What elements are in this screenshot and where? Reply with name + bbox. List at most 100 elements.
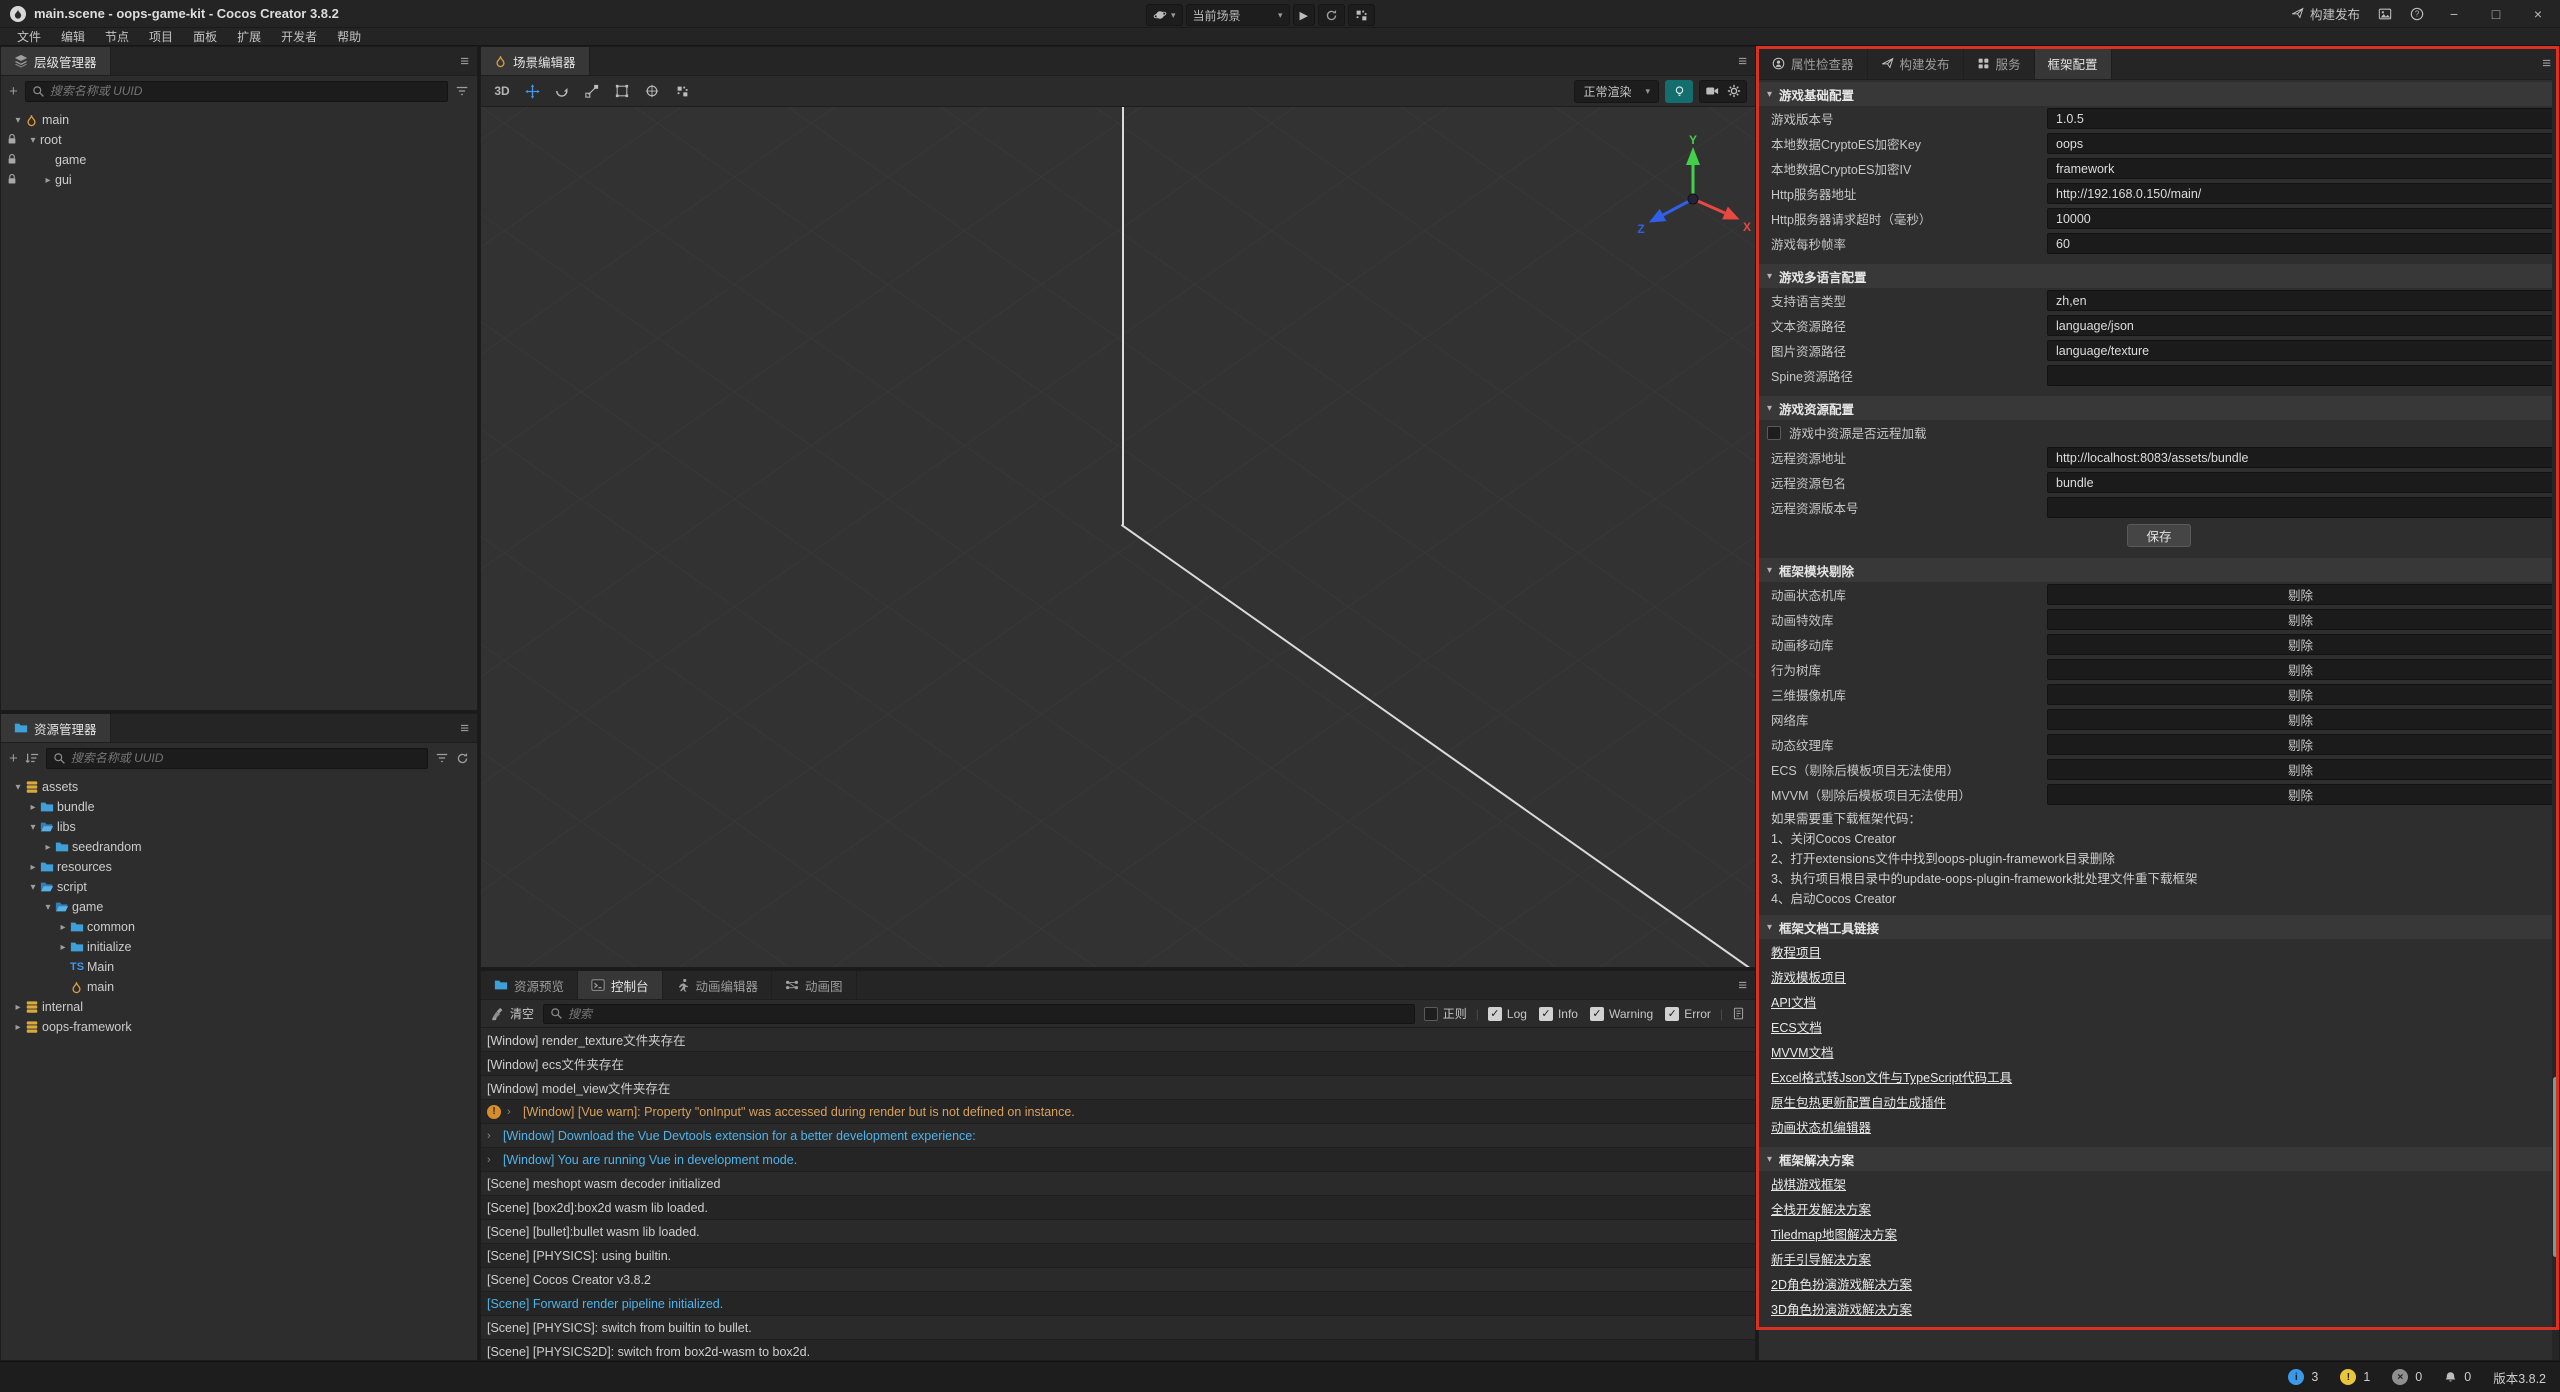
config-section-header[interactable]: ▾游戏资源配置 xyxy=(1759,396,2559,420)
menu-item-2[interactable]: 节点 xyxy=(96,28,138,45)
tree-expand-arrow[interactable]: ▾ xyxy=(11,115,25,126)
log-row[interactable]: [Scene] meshopt wasm decoder initialized xyxy=(481,1172,1755,1196)
tab-动画图[interactable]: 动画图 xyxy=(772,971,857,999)
console-search[interactable] xyxy=(543,1004,1415,1024)
log-row[interactable]: [Window] render_texture文件夹存在 xyxy=(481,1028,1755,1052)
tree-expand-arrow[interactable]: ▸ xyxy=(26,862,40,873)
inspector-scrollbar[interactable] xyxy=(2552,47,2559,1360)
config-section-header[interactable]: ▾框架模块剔除 xyxy=(1759,558,2559,582)
rotate-tool-button[interactable] xyxy=(549,80,575,103)
filter-log-checkbox[interactable]: ✓Log xyxy=(1488,1007,1527,1021)
tree-node-script[interactable]: ▾script xyxy=(1,877,477,897)
doc-link[interactable]: 新手引导解决方案 xyxy=(1759,1246,2559,1271)
log-row[interactable]: [Scene] [bullet]:bullet wasm lib loaded. xyxy=(481,1220,1755,1244)
config-field-input[interactable] xyxy=(2047,447,2554,468)
log-row[interactable]: [Scene] [PHYSICS2D]: switch from box2d-w… xyxy=(481,1340,1755,1360)
config-section-header[interactable]: ▾游戏基础配置 xyxy=(1759,82,2559,106)
config-field-input[interactable] xyxy=(2047,208,2554,229)
console-panel-menu-icon[interactable]: ≡ xyxy=(1738,971,1747,999)
config-field-input[interactable] xyxy=(2047,233,2554,254)
play-button[interactable]: ▶ xyxy=(1293,4,1315,26)
log-row[interactable]: [Scene] [PHYSICS]: switch from builtin t… xyxy=(481,1316,1755,1340)
maximize-button[interactable]: □ xyxy=(2484,6,2508,22)
tree-node-Main[interactable]: TSMain xyxy=(1,957,477,977)
collapse-log-icon[interactable] xyxy=(1732,1007,1745,1020)
info-count-icon[interactable]: i xyxy=(2288,1369,2304,1385)
doc-link[interactable]: 游戏模板项目 xyxy=(1759,964,2559,989)
menu-item-6[interactable]: 开发者 xyxy=(272,28,326,45)
scene-viewport[interactable]: Y X Z xyxy=(481,107,1755,967)
log-row[interactable]: [Scene] Cocos Creator v3.8.2 xyxy=(481,1268,1755,1292)
log-expand-arrow[interactable]: › xyxy=(507,1106,517,1118)
log-row[interactable]: !›[Window] [Vue warn]: Property "onInput… xyxy=(481,1100,1755,1124)
remove-module-button[interactable]: 剔除 xyxy=(2047,584,2554,605)
help-icon[interactable]: ? xyxy=(2410,7,2424,21)
warning-count-icon[interactable]: ! xyxy=(2340,1369,2356,1385)
config-section-header[interactable]: ▾游戏多语言配置 xyxy=(1759,264,2559,288)
tab-框架配置[interactable]: 框架配置 xyxy=(2035,47,2112,79)
remove-module-button[interactable]: 剔除 xyxy=(2047,759,2554,780)
inspector-scrollbar-thumb[interactable] xyxy=(2553,1077,2558,1257)
close-button[interactable]: × xyxy=(2526,6,2550,22)
log-row[interactable]: [Scene] [box2d]:box2d wasm lib loaded. xyxy=(481,1196,1755,1220)
doc-link[interactable]: 战棋游戏框架 xyxy=(1759,1171,2559,1196)
render-mode-dropdown[interactable]: 正常渲染▾ xyxy=(1574,80,1659,103)
tree-node-bundle[interactable]: ▸bundle xyxy=(1,797,477,817)
tree-node-seedrandom[interactable]: ▸seedrandom xyxy=(1,837,477,857)
hierarchy-panel-menu-icon[interactable]: ≡ xyxy=(460,47,469,75)
log-row[interactable]: ›[Window] Download the Vue Devtools exte… xyxy=(481,1124,1755,1148)
reload-button[interactable] xyxy=(1318,4,1345,26)
log-expand-arrow[interactable]: › xyxy=(487,1130,497,1142)
tree-expand-arrow[interactable]: ▸ xyxy=(26,802,40,813)
assets-refresh-icon[interactable] xyxy=(456,752,469,765)
tree-node-initialize[interactable]: ▸initialize xyxy=(1,937,477,957)
config-field-input[interactable] xyxy=(2047,472,2554,493)
remove-module-button[interactable]: 剔除 xyxy=(2047,609,2554,630)
remove-module-button[interactable]: 剔除 xyxy=(2047,659,2554,680)
tab-控制台[interactable]: 控制台 xyxy=(578,971,663,999)
error-count-icon[interactable]: × xyxy=(2392,1369,2408,1385)
assets-filter-icon[interactable] xyxy=(435,751,449,765)
log-row[interactable]: [Window] ecs文件夹存在 xyxy=(481,1052,1755,1076)
menu-item-0[interactable]: 文件 xyxy=(8,28,50,45)
doc-link[interactable]: 3D角色扮演游戏解决方案 xyxy=(1759,1296,2559,1321)
tab-动画编辑器[interactable]: 动画编辑器 xyxy=(663,971,773,999)
config-field-input[interactable] xyxy=(2047,183,2554,204)
asset-sort-button[interactable] xyxy=(25,751,39,765)
tree-expand-arrow[interactable]: ▾ xyxy=(26,882,40,893)
hierarchy-search[interactable] xyxy=(25,81,448,102)
remote-load-checkbox[interactable]: 游戏中资源是否远程加载 xyxy=(1759,420,2559,445)
scene-gear-icon[interactable] xyxy=(1727,84,1741,98)
config-field-input[interactable] xyxy=(2047,365,2554,386)
tab-属性检查器[interactable]: 属性检查器 xyxy=(1759,47,1868,79)
assets-panel-menu-icon[interactable]: ≡ xyxy=(460,714,469,742)
remove-module-button[interactable]: 剔除 xyxy=(2047,734,2554,755)
doc-link[interactable]: 原生包热更新配置自动生成插件 xyxy=(1759,1089,2559,1114)
tree-expand-arrow[interactable]: ▸ xyxy=(41,842,55,853)
add-node-button[interactable]: + xyxy=(9,84,18,99)
build-publish-button[interactable]: 构建发布 xyxy=(2291,4,2360,23)
config-field-input[interactable] xyxy=(2047,133,2554,154)
menu-item-7[interactable]: 帮助 xyxy=(328,28,370,45)
regex-checkbox[interactable]: 正则 xyxy=(1424,1005,1467,1022)
assets-search[interactable] xyxy=(46,748,428,769)
add-asset-button[interactable]: + xyxy=(9,751,18,766)
camera-settings-icon[interactable] xyxy=(1705,84,1719,98)
tab-assets[interactable]: 资源管理器 xyxy=(1,714,111,742)
dimension-toggle[interactable]: 3D xyxy=(489,80,515,103)
doc-link[interactable]: Excel格式转Json文件与TypeScript代码工具 xyxy=(1759,1064,2559,1089)
menu-item-5[interactable]: 扩展 xyxy=(228,28,270,45)
config-field-input[interactable] xyxy=(2047,108,2554,129)
menu-item-1[interactable]: 编辑 xyxy=(52,28,94,45)
tree-node-main[interactable]: ▾main xyxy=(1,110,477,130)
tree-node-internal[interactable]: ▸internal xyxy=(1,997,477,1017)
console-search-input[interactable] xyxy=(568,1007,1408,1021)
tab-scene-editor[interactable]: 场景编辑器 xyxy=(481,47,590,75)
remove-module-button[interactable]: 剔除 xyxy=(2047,784,2554,805)
rect-tool-button[interactable] xyxy=(609,80,635,103)
tree-expand-arrow[interactable]: ▾ xyxy=(26,135,40,146)
doc-link[interactable]: 教程项目 xyxy=(1759,939,2559,964)
gizmo-pivot-button[interactable] xyxy=(639,80,665,103)
hierarchy-search-input[interactable] xyxy=(50,84,441,98)
lighting-toggle[interactable] xyxy=(1665,80,1693,103)
